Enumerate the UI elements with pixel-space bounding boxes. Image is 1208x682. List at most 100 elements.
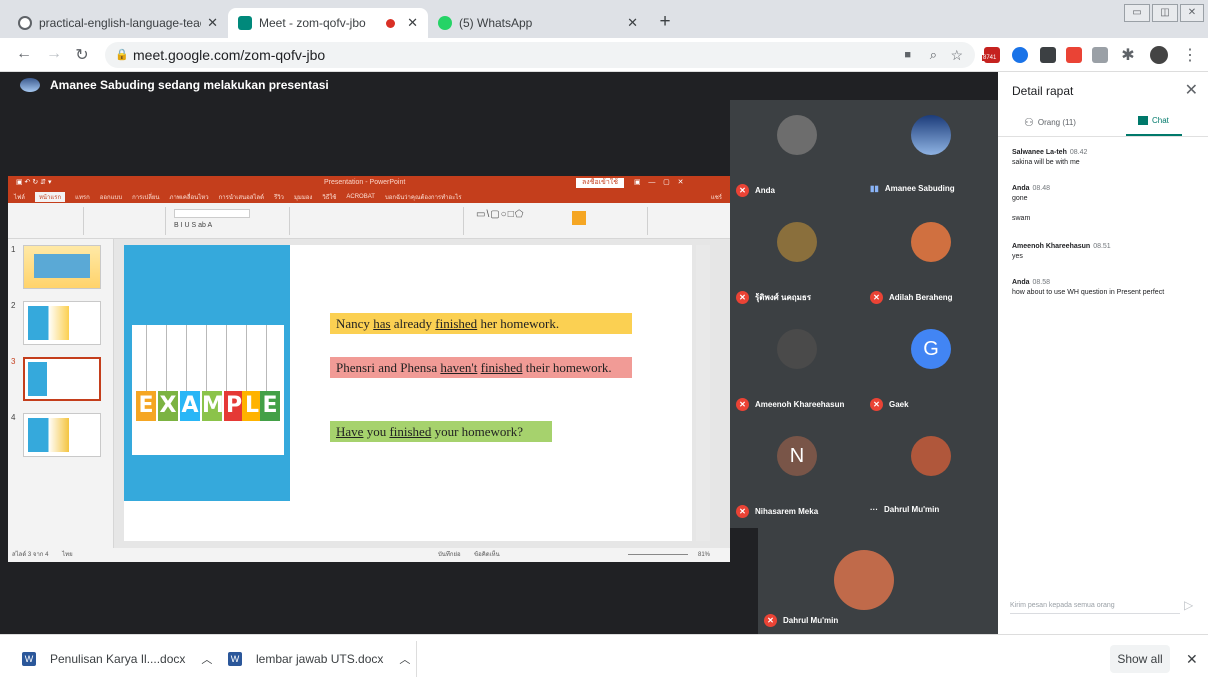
word-file-icon: W bbox=[22, 652, 36, 666]
meet-icon bbox=[238, 16, 252, 30]
speaking-icon: ▮▮ bbox=[870, 184, 879, 193]
participant-tile[interactable]: G ✕ Gaek bbox=[864, 314, 998, 421]
maximize-button[interactable]: ◫ bbox=[1152, 4, 1178, 22]
ppt-menu-item: แทรก bbox=[75, 194, 90, 201]
tab-people[interactable]: ⚇ Orang (11) bbox=[1024, 116, 1076, 129]
extension-icon[interactable] bbox=[1040, 47, 1056, 63]
download-item[interactable]: W Penulisan Karya Il....docx ︿ bbox=[22, 647, 212, 671]
participant-name: Adilah Beraheng bbox=[889, 293, 953, 302]
chevron-up-icon[interactable]: ︿ bbox=[201, 651, 212, 667]
profile-avatar[interactable] bbox=[1150, 46, 1168, 64]
minimize-button[interactable]: ▭ bbox=[1124, 4, 1150, 22]
participant-tile[interactable]: ▮▮ Amanee Sabuding bbox=[864, 100, 998, 207]
puzzle-icon[interactable]: ✱ bbox=[1118, 45, 1138, 65]
back-icon[interactable]: ← bbox=[14, 45, 34, 63]
panel-title: Detail rapat bbox=[1012, 84, 1074, 98]
participant-name: Dahrul Mu'min bbox=[884, 505, 940, 514]
chat-message: Anda 08.58 how about to use WH question i… bbox=[1012, 279, 1165, 296]
download-item[interactable]: W lembar jawab UTS.docx ︿ bbox=[228, 647, 410, 671]
slide-thumbnail bbox=[23, 245, 101, 289]
sentence-3: Have you finished your homework? bbox=[330, 421, 552, 442]
download-bar: W Penulisan Karya Il....docx ︿ W lembar … bbox=[0, 634, 1208, 682]
avatar bbox=[834, 550, 894, 610]
participant-name: Nihasarem Meka bbox=[755, 507, 819, 516]
extension-icon[interactable] bbox=[1066, 47, 1082, 63]
sentence-2: Phensri and Phensa haven't finished thei… bbox=[330, 357, 632, 378]
slide-scrollbar bbox=[696, 245, 710, 541]
tab-whatsapp[interactable]: (5) WhatsApp ✕ bbox=[428, 8, 648, 38]
slide-number: 3 bbox=[11, 357, 16, 366]
close-icon[interactable]: ✕ bbox=[207, 15, 218, 31]
ribbon-group-clipboard bbox=[12, 207, 84, 235]
chat-input[interactable]: Kirim pesan kepada semua orang bbox=[1010, 602, 1180, 614]
close-icon[interactable]: ✕ bbox=[407, 15, 418, 31]
new-tab-button[interactable]: + bbox=[654, 12, 676, 34]
participant-name: Anda bbox=[755, 186, 775, 195]
slide-number: 1 bbox=[11, 245, 16, 254]
tab-title: practical-english-language-teach bbox=[39, 16, 202, 30]
zoom-text: 81% bbox=[698, 552, 711, 558]
ppt-workspace: 1 2 3 4 E X A M P L E Nancy has already … bbox=[8, 239, 730, 548]
star-icon[interactable]: ☆ bbox=[950, 42, 963, 68]
menu-icon[interactable]: ⋮ bbox=[1180, 45, 1200, 65]
participant-name: รุ้ติพงศ์ นคฤมธร bbox=[755, 293, 812, 302]
participant-tile[interactable]: ··· Dahrul Mu'min bbox=[864, 421, 998, 528]
ppt-menu-item: การเปลี่ยน bbox=[132, 194, 160, 201]
ribbon-group-font: B I U S ab A bbox=[170, 207, 290, 235]
people-icon: ⚇ bbox=[1024, 117, 1034, 129]
ppt-menu-item: ACROBAT bbox=[346, 193, 375, 200]
meeting-details-panel: Detail rapat ✕ ⚇ Orang (11) Chat Salwanee… bbox=[998, 72, 1208, 634]
ppt-menu-item: ภาพเคลื่อนไหว bbox=[169, 194, 209, 201]
tab-practical-english[interactable]: practical-english-language-teach ✕ bbox=[8, 8, 228, 38]
extension-icon[interactable] bbox=[1092, 47, 1108, 63]
meet-main: Amanee Sabuding sedang melakukan present… bbox=[0, 72, 998, 634]
mic-off-icon: ✕ bbox=[870, 291, 883, 304]
chevron-up-icon[interactable]: ︿ bbox=[399, 651, 410, 667]
close-icon[interactable]: ✕ bbox=[1186, 651, 1198, 668]
address-bar[interactable]: 🔒 meet.google.com/zom-qofv-jbo ■ ⌕ ☆ bbox=[105, 42, 975, 68]
url-text: meet.google.com/zom-qofv-jbo bbox=[133, 47, 326, 63]
example-letter-p: P bbox=[224, 391, 244, 421]
participant-tile[interactable]: ✕ รุ้ติพงศ์ นคฤมธร bbox=[730, 207, 864, 314]
close-icon[interactable]: ✕ bbox=[1185, 80, 1198, 100]
participant-tile[interactable]: ✕ Anda bbox=[730, 100, 864, 207]
zoom-slider bbox=[628, 554, 688, 555]
ribbon-group-drawing: ▭\▢○□⬠ bbox=[468, 207, 648, 235]
mic-off-icon: ✕ bbox=[736, 291, 749, 304]
share-button: แชร์ bbox=[710, 194, 722, 201]
tab-meet[interactable]: Meet - zom-qofv-jbo ✕ bbox=[228, 8, 428, 38]
participant-tile[interactable]: ✕ Adilah Beraheng bbox=[864, 207, 998, 314]
ppt-menu-item: วิธีใช้ bbox=[322, 194, 337, 201]
forward-icon[interactable]: → bbox=[44, 45, 64, 63]
mic-off-icon: ✕ bbox=[764, 614, 777, 627]
mic-off-icon: ✕ bbox=[736, 398, 749, 411]
example-letter-l: L bbox=[242, 391, 262, 421]
ppt-menu-item: การนำเสนอสไลด์ bbox=[218, 194, 264, 201]
participant-grid: ✕ Anda ▮▮ Amanee Sabuding ✕ รุ้ติพงศ์ นคฤมธ… bbox=[730, 100, 998, 528]
close-icon[interactable]: ✕ bbox=[627, 15, 638, 31]
extension-icon[interactable] bbox=[1012, 47, 1028, 63]
gmail-extension-icon[interactable]: 8741 bbox=[982, 47, 1000, 63]
ppt-menu-item: ออกแบบ bbox=[99, 194, 123, 201]
download-filename: lembar jawab UTS.docx bbox=[256, 652, 384, 666]
close-window-button[interactable]: ✕ bbox=[1180, 4, 1204, 22]
recording-icon bbox=[386, 18, 396, 28]
example-letter-x: X bbox=[158, 391, 178, 421]
ppt-title: Presentation - PowerPoint bbox=[324, 179, 406, 186]
avatar bbox=[911, 222, 951, 262]
participant-name: Amanee Sabuding bbox=[884, 184, 955, 193]
reload-icon[interactable]: ↻ bbox=[72, 45, 92, 65]
show-all-button[interactable]: Show all bbox=[1110, 645, 1170, 673]
example-letter-m: M bbox=[202, 391, 224, 421]
participant-tile[interactable]: N ✕ Nihasarem Meka bbox=[730, 421, 864, 528]
zoom-icon[interactable]: ⌕ bbox=[930, 42, 937, 68]
ppt-menu-item: หน้าแรก bbox=[34, 191, 66, 202]
shapes-icon: ▭\▢○□⬠ bbox=[476, 209, 525, 220]
send-icon[interactable]: ▷ bbox=[1184, 598, 1193, 612]
tab-chat[interactable]: Chat bbox=[1138, 116, 1169, 125]
ppt-menu-item: บอกฉันว่าคุณต้องการทำอะไร bbox=[384, 194, 462, 201]
participant-tile[interactable]: ✕ Ameenoh Khareehasun bbox=[730, 314, 864, 421]
participant-tile-solo[interactable]: ✕ Dahrul Mu'min bbox=[758, 528, 998, 634]
camera-icon[interactable]: ■ bbox=[904, 42, 911, 68]
browser-tab-strip: practical-english-language-teach ✕ Meet … bbox=[0, 0, 1208, 38]
